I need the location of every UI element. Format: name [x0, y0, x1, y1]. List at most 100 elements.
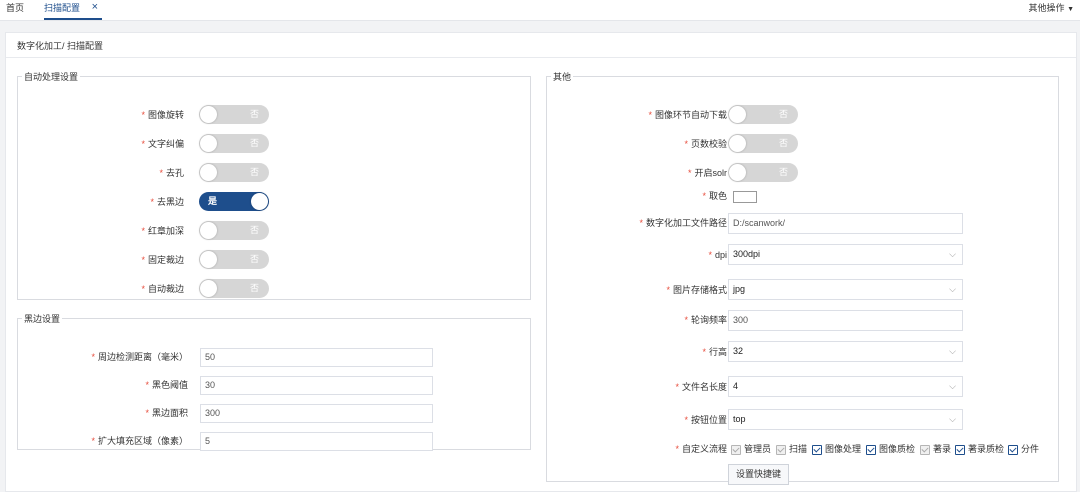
switch-state: 否	[249, 109, 259, 119]
poll-frequency-input[interactable]: 300	[728, 310, 963, 331]
button-position-value: top	[733, 414, 746, 424]
set-shortcut-button[interactable]: 设置快捷键	[728, 464, 790, 485]
remove-holes-label: * 去孔	[159, 168, 184, 178]
black-edge-legend: 黑边设置	[24, 314, 61, 324]
file-name-length-label: * 文件名长度	[675, 382, 727, 392]
workflow-checkbox-image-processing[interactable]: 图像处理	[812, 443, 861, 455]
switch-knob	[200, 222, 217, 239]
checkbox-icon	[955, 444, 965, 455]
tab-scan-config[interactable]: 扫描配置 ×	[44, 0, 103, 20]
solr-row: * 开启solr 否	[547, 163, 1058, 182]
file-path-row: * 数字化加工文件路径 D:/scanwork/	[547, 213, 1058, 234]
switch-state: 否	[778, 109, 788, 119]
file-path-input[interactable]: D:/scanwork/	[728, 213, 963, 234]
chevron-down-icon: ⌵	[949, 381, 956, 391]
switch-state: 否	[778, 138, 788, 148]
black-threshold-input[interactable]: 30	[200, 376, 433, 395]
remove-holes-switch[interactable]: 否	[199, 163, 269, 182]
remove-black-edge-row: * 去黑边 是	[18, 192, 530, 211]
deepen-red-stamp-switch[interactable]: 否	[199, 221, 269, 240]
custom-workflow-row: * 自定义流程 管理员 扫描 图像处理 图像质检 著录 著录质检 分件	[547, 440, 1058, 458]
image-format-row: * 图片存储格式 jpg ⌵	[547, 279, 1058, 300]
fixed-crop-switch[interactable]: 否	[199, 250, 269, 269]
checkbox-icon	[731, 444, 741, 455]
auto-crop-row: * 自动裁边 否	[18, 279, 530, 298]
workflow-checkbox-image-qc[interactable]: 图像质检	[866, 443, 915, 455]
workflow-checkbox-cataloging[interactable]: 著录	[920, 443, 951, 455]
switch-knob	[200, 135, 217, 152]
dpi-select[interactable]: 300dpi ⌵	[728, 244, 963, 265]
solr-switch[interactable]: 否	[728, 163, 798, 182]
deskew-label: * 文字纠偏	[141, 139, 184, 149]
auto-download-row: * 图像环节自动下载 否	[547, 105, 1058, 124]
switch-state: 否	[249, 254, 259, 264]
workflow-checkbox-admin[interactable]: 管理员	[731, 443, 771, 455]
file-path-label: * 数字化加工文件路径	[639, 218, 727, 228]
file-name-length-value: 4	[733, 381, 739, 391]
tab-bar: 首页 扫描配置 × 其他操作 ▼	[0, 0, 1080, 21]
row-height-label: * 行高	[702, 347, 727, 357]
color-pick-label: * 取色	[702, 191, 727, 201]
black-edge-area-row: * 黑边面积 300	[18, 404, 530, 423]
black-threshold-row: * 黑色阈值 30	[18, 376, 530, 395]
breadcrumb-divider	[6, 57, 1076, 58]
switch-knob	[251, 193, 268, 210]
remove-black-edge-switch[interactable]: 是	[199, 192, 269, 211]
deskew-switch[interactable]: 否	[199, 134, 269, 153]
button-position-label: * 按钮位置	[684, 415, 727, 425]
switch-knob	[729, 135, 746, 152]
black-edge-section: 黑边设置 * 周边检测距离（毫米） 50 * 黑色阈值 30 * 黑边面积 300 *…	[17, 312, 531, 451]
auto-crop-switch[interactable]: 否	[199, 279, 269, 298]
page-check-row: * 页数校验 否	[547, 134, 1058, 153]
black-edge-area-label: * 黑边面积	[145, 408, 188, 418]
auto-download-label: * 图像环节自动下载	[648, 110, 727, 120]
page-check-label: * 页数校验	[684, 139, 727, 149]
poll-frequency-row: * 轮询频率 300	[547, 310, 1058, 331]
switch-knob	[200, 251, 217, 268]
button-position-row: * 按钮位置 top ⌵	[547, 409, 1058, 430]
row-height-row: * 行高 32 ⌵	[547, 341, 1058, 362]
dpi-value: 300dpi	[733, 249, 761, 259]
chevron-down-icon: ⌵	[949, 249, 956, 259]
more-operations-label: 其他操作	[1028, 3, 1065, 13]
auto-rotate-switch[interactable]: 否	[199, 105, 269, 124]
workflow-checkbox-scan[interactable]: 扫描	[776, 443, 807, 455]
expand-fill-label: * 扩大填充区域（像素）	[91, 436, 188, 446]
workflow-checkbox-cataloging-qc[interactable]: 著录质检	[955, 443, 1004, 455]
dpi-row: * dpi 300dpi ⌵	[547, 244, 1058, 265]
color-pick-row: * 取色	[547, 187, 1058, 205]
switch-knob	[729, 106, 746, 123]
other-section: 其他 * 图像环节自动下载 否 * 页数校验 否 * 开启solr 否 * 取色 * 数字…	[546, 70, 1059, 485]
poll-frequency-label: * 轮询频率	[684, 315, 727, 325]
edge-detect-distance-input[interactable]: 50	[200, 348, 433, 367]
custom-workflow-label: * 自定义流程	[675, 444, 727, 454]
row-height-select[interactable]: 32 ⌵	[728, 341, 963, 362]
close-icon[interactable]: ×	[92, 0, 98, 15]
checkbox-icon	[776, 444, 786, 455]
auto-download-switch[interactable]: 否	[728, 105, 798, 124]
black-edge-area-input[interactable]: 300	[200, 404, 433, 423]
remove-black-edge-label: * 去黑边	[150, 197, 184, 207]
file-name-length-select[interactable]: 4 ⌵	[728, 376, 963, 397]
fixed-crop-label: * 固定裁边	[141, 255, 184, 265]
image-format-label: * 图片存储格式	[666, 285, 727, 295]
more-operations-dropdown[interactable]: 其他操作 ▼	[1029, 0, 1074, 18]
chevron-down-icon: ⌵	[949, 346, 956, 356]
checkbox-icon	[866, 444, 876, 455]
switch-knob	[200, 164, 217, 181]
image-format-select[interactable]: jpg ⌵	[728, 279, 963, 300]
black-threshold-label: * 黑色阈值	[145, 380, 188, 390]
tab-home[interactable]: 首页	[6, 0, 24, 20]
auto-process-legend: 自动处理设置	[24, 72, 79, 82]
workflow-checkbox-split[interactable]: 分件	[1008, 443, 1039, 455]
expand-fill-input[interactable]: 5	[200, 432, 433, 451]
color-swatch[interactable]	[733, 191, 757, 203]
page-check-switch[interactable]: 否	[728, 134, 798, 153]
deepen-red-stamp-label: * 红章加深	[141, 226, 184, 236]
switch-knob	[200, 280, 217, 297]
chevron-down-icon: ⌵	[949, 414, 956, 424]
auto-rotate-label: * 图像旋转	[141, 110, 184, 120]
solr-label: * 开启solr	[687, 168, 727, 178]
breadcrumb: 数字化加工/ 扫描配置	[17, 41, 104, 51]
button-position-select[interactable]: top ⌵	[728, 409, 963, 430]
